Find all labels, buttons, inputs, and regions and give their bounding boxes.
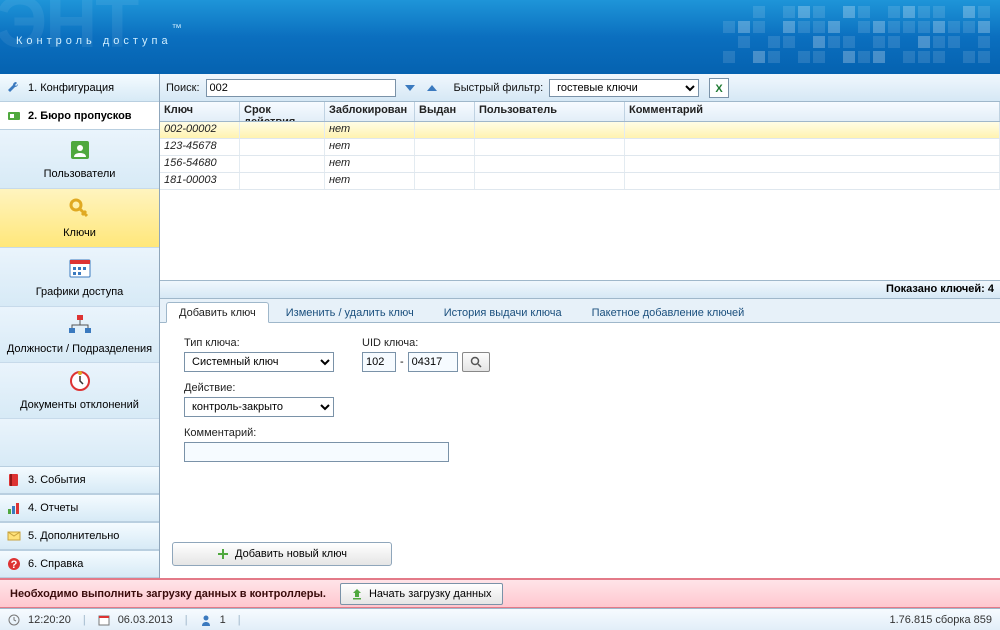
grid-footer: Показано ключей: 4	[160, 280, 1000, 298]
status-version: 1.76.815 сборка 859	[890, 614, 993, 626]
table-row[interactable]: 181-00003нет	[160, 173, 1000, 190]
comment-label: Комментарий:	[184, 427, 449, 439]
table-row[interactable]: 156-54680нет	[160, 156, 1000, 173]
keytype-label: Тип ключа:	[184, 337, 334, 349]
search-label: Поиск:	[166, 82, 200, 94]
grid-header: Ключ Срок действия Заблокирован Выдан По…	[160, 102, 1000, 122]
status-time: 12:20:20	[28, 614, 71, 626]
sidebar-item-passoffice[interactable]: 2. Бюро пропусков	[0, 102, 159, 130]
sidebar-item-label: Графики доступа	[36, 286, 124, 298]
sidebar-item-label: Ключи	[63, 227, 96, 239]
filter-label: Быстрый фильтр:	[454, 82, 544, 94]
tab-add-key[interactable]: Добавить ключ	[166, 302, 269, 323]
alert-text: Необходимо выполнить загрузку данных в к…	[10, 588, 326, 600]
clock-icon	[66, 367, 94, 395]
search-down-icon[interactable]	[402, 81, 418, 95]
sidebar: 1. Конфигурация 2. Бюро пропусков Пользо…	[0, 74, 160, 578]
table-row[interactable]: 123-45678нет	[160, 139, 1000, 156]
tabs: Добавить ключ Изменить / удалить ключ Ис…	[160, 299, 1000, 323]
grid-empty-area	[160, 190, 1000, 280]
action-select[interactable]: контроль-закрыто	[184, 397, 334, 417]
sidebar-item-label: Документы отклонений	[20, 399, 139, 411]
users-icon	[66, 136, 94, 164]
col-expiry[interactable]: Срок действия	[240, 102, 325, 121]
plus-icon	[217, 548, 229, 560]
table-row[interactable]: 002-00002нет	[160, 122, 1000, 139]
sidebar-item-label: 1. Конфигурация	[28, 82, 114, 94]
sidebar-item-label: 6. Справка	[28, 558, 83, 570]
col-key[interactable]: Ключ	[160, 102, 240, 121]
col-blocked[interactable]: Заблокирован	[325, 102, 415, 121]
sidebar-item-label: 3. События	[28, 474, 86, 486]
sidebar-item-label: 5. Дополнительно	[28, 530, 119, 542]
card-icon	[6, 108, 22, 124]
app-banner: ЭНТ Контроль доступа™	[0, 0, 1000, 74]
book-icon	[6, 472, 22, 488]
user-small-icon	[200, 614, 212, 626]
statusbar: 12:20:20 | 06.03.2013 | 1 | 1.76.815 сбо…	[0, 608, 1000, 630]
sidebar-item-help[interactable]: ? 6. Справка	[0, 550, 159, 578]
tab-edit-key[interactable]: Изменить / удалить ключ	[273, 302, 427, 322]
uid-a-input[interactable]	[362, 352, 396, 372]
add-new-key-button[interactable]: Добавить новый ключ	[172, 542, 392, 566]
sidebar-item-label: Пользователи	[44, 168, 116, 180]
clock-icon	[8, 614, 20, 626]
search-input[interactable]	[206, 79, 396, 97]
sidebar-sub-schedules[interactable]: Графики доступа	[0, 248, 159, 307]
sidebar-item-reports[interactable]: 4. Отчеты	[0, 494, 159, 522]
upload-icon	[351, 588, 363, 600]
mail-icon	[6, 528, 22, 544]
comment-input[interactable]	[184, 442, 449, 462]
sidebar-sub-positions[interactable]: Должности / Подразделения	[0, 307, 159, 363]
sidebar-item-label: 4. Отчеты	[28, 502, 78, 514]
sidebar-item-label: 2. Бюро пропусков	[28, 110, 132, 122]
start-upload-button[interactable]: Начать загрузку данных	[340, 583, 503, 605]
wrench-icon	[6, 80, 22, 96]
uid-separator: -	[400, 356, 404, 368]
sidebar-item-config[interactable]: 1. Конфигурация	[0, 74, 159, 102]
keys-grid: Ключ Срок действия Заблокирован Выдан По…	[160, 102, 1000, 299]
action-label: Действие:	[184, 382, 334, 394]
form-area: Тип ключа: Системный ключ UID ключа: -	[160, 323, 1000, 578]
col-issued[interactable]: Выдан	[415, 102, 475, 121]
help-icon: ?	[6, 556, 22, 572]
status-date: 06.03.2013	[118, 614, 173, 626]
tab-batch[interactable]: Пакетное добавление ключей	[579, 302, 758, 322]
col-comment[interactable]: Комментарий	[625, 102, 1000, 121]
uid-lookup-button[interactable]	[462, 352, 490, 372]
col-user[interactable]: Пользователь	[475, 102, 625, 121]
sidebar-sub-docs[interactable]: Документы отклонений	[0, 363, 159, 419]
orgchart-icon	[66, 311, 94, 339]
svg-text:X: X	[715, 83, 723, 95]
sidebar-sub-users[interactable]: Пользователи	[0, 130, 159, 189]
calendar-icon	[66, 254, 94, 282]
keytype-select[interactable]: Системный ключ	[184, 352, 334, 372]
toolbar: Поиск: Быстрый фильтр: гостевые ключи X	[160, 74, 1000, 102]
filter-select[interactable]: гостевые ключи	[549, 79, 699, 97]
chart-icon	[6, 500, 22, 516]
uid-label: UID ключа:	[362, 337, 490, 349]
key-icon	[66, 195, 94, 223]
alert-bar: Необходимо выполнить загрузку данных в к…	[0, 578, 1000, 608]
sidebar-item-events[interactable]: 3. События	[0, 466, 159, 494]
export-excel-button[interactable]: X	[709, 78, 729, 98]
banner-decoration	[723, 6, 990, 63]
tab-history[interactable]: История выдачи ключа	[431, 302, 575, 322]
status-users: 1	[220, 614, 226, 626]
svg-text:?: ?	[11, 559, 18, 571]
sidebar-item-label: Должности / Подразделения	[7, 343, 152, 355]
sidebar-item-additional[interactable]: 5. Дополнительно	[0, 522, 159, 550]
uid-b-input[interactable]	[408, 352, 458, 372]
calendar-small-icon	[98, 614, 110, 626]
grid-body: 002-00002нет 123-45678нет 156-54680нет 1…	[160, 122, 1000, 190]
search-up-icon[interactable]	[424, 81, 440, 95]
banner-bg-text: ЭНТ	[0, 0, 137, 64]
sidebar-sub-keys[interactable]: Ключи	[0, 189, 159, 248]
